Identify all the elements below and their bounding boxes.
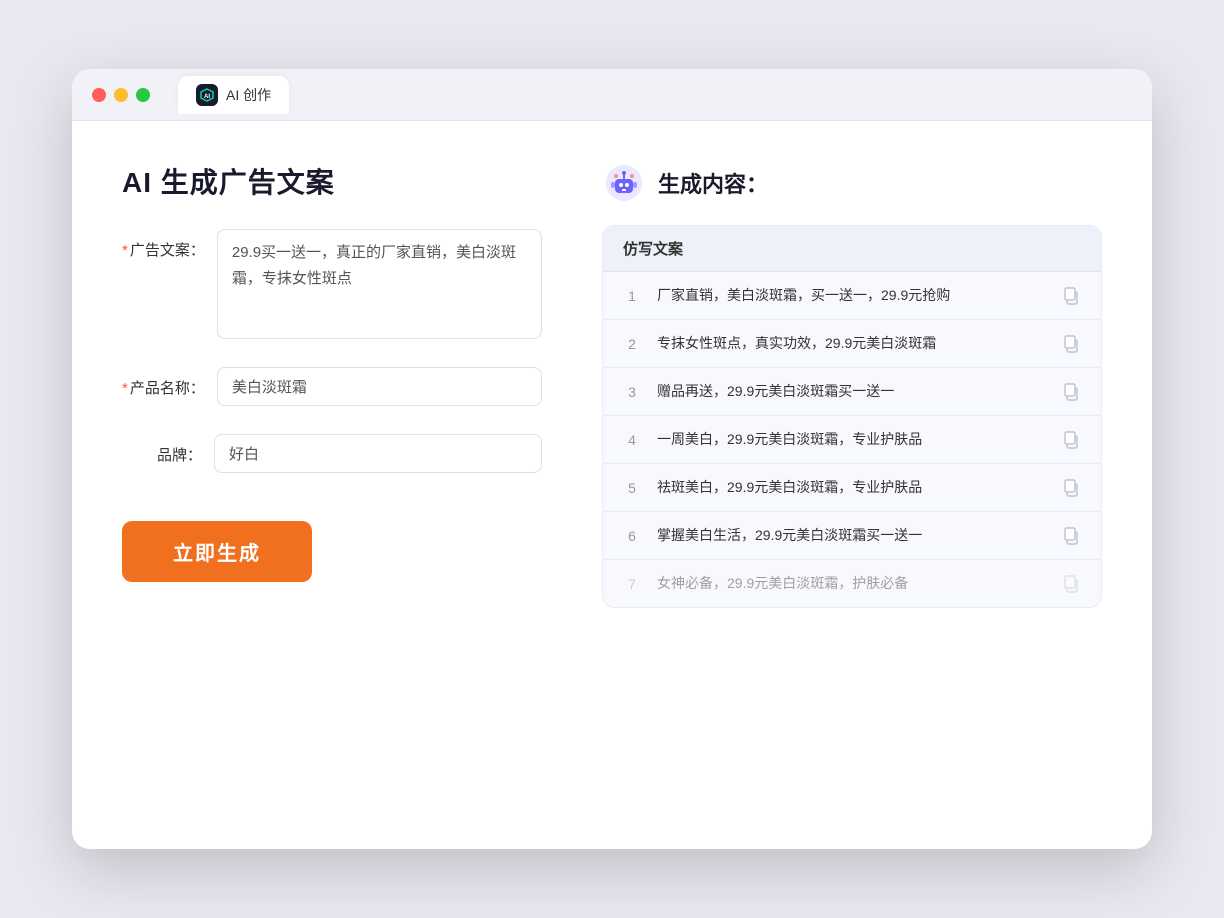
table-row: 3 赠品再送，29.9元美白淡斑霜买一送一	[603, 368, 1101, 416]
row-text: 女神必备，29.9元美白淡斑霜，护肤必备	[657, 573, 1045, 594]
ad-copy-group: *广告文案： 29.9买一送一，真正的厂家直销，美白淡斑霜，专抹女性斑点	[122, 229, 542, 339]
table-row: 7 女神必备，29.9元美白淡斑霜，护肤必备	[603, 560, 1101, 607]
row-text: 祛斑美白，29.9元美白淡斑霜，专业护肤品	[657, 477, 1045, 498]
product-name-label: *产品名称：	[122, 367, 205, 398]
ad-copy-input[interactable]: 29.9买一送一，真正的厂家直销，美白淡斑霜，专抹女性斑点	[217, 229, 542, 339]
right-panel: 生成内容： 仿写文案 1 厂家直销，美白淡斑霜，买一送一，29.9元抢购 2 专抹女性…	[602, 161, 1102, 809]
product-name-input[interactable]	[217, 367, 542, 406]
tab-label: AI 创作	[226, 85, 271, 105]
brand-input[interactable]	[214, 434, 542, 473]
row-number: 5	[623, 480, 641, 496]
copy-button[interactable]	[1061, 526, 1081, 546]
row-number: 4	[623, 432, 641, 448]
copy-button[interactable]	[1061, 334, 1081, 354]
copy-button[interactable]	[1061, 382, 1081, 402]
row-text: 赠品再送，29.9元美白淡斑霜买一送一	[657, 381, 1045, 402]
row-number: 1	[623, 288, 641, 304]
row-number: 7	[623, 576, 641, 592]
result-header: 生成内容：	[602, 161, 1102, 205]
row-text: 厂家直销，美白淡斑霜，买一送一，29.9元抢购	[657, 285, 1045, 306]
ai-tab-icon: AI	[196, 84, 218, 106]
required-star-2: *	[122, 380, 128, 397]
robot-icon	[602, 161, 646, 205]
copy-button[interactable]	[1061, 478, 1081, 498]
left-panel: AI 生成广告文案 *广告文案： 29.9买一送一，真正的厂家直销，美白淡斑霜，…	[122, 161, 542, 809]
brand-label: 品牌：	[122, 434, 202, 465]
brand-group: 品牌：	[122, 434, 542, 473]
result-title: 生成内容：	[658, 167, 768, 199]
table-row: 2 专抹女性斑点，真实功效，29.9元美白淡斑霜	[603, 320, 1101, 368]
maximize-button[interactable]	[136, 88, 150, 102]
results-list: 1 厂家直销，美白淡斑霜，买一送一，29.9元抢购 2 专抹女性斑点，真实功效，29.…	[603, 272, 1101, 607]
table-row: 4 一周美白，29.9元美白淡斑霜，专业护肤品	[603, 416, 1101, 464]
product-name-group: *产品名称：	[122, 367, 542, 406]
row-text: 掌握美白生活，29.9元美白淡斑霜买一送一	[657, 525, 1045, 546]
table-row: 5 祛斑美白，29.9元美白淡斑霜，专业护肤品	[603, 464, 1101, 512]
required-star-1: *	[122, 242, 128, 259]
row-number: 2	[623, 336, 641, 352]
svg-text:AI: AI	[204, 94, 210, 100]
content-area: AI 生成广告文案 *广告文案： 29.9买一送一，真正的厂家直销，美白淡斑霜，…	[72, 121, 1152, 849]
copy-button[interactable]	[1061, 286, 1081, 306]
row-number: 6	[623, 528, 641, 544]
minimize-button[interactable]	[114, 88, 128, 102]
row-number: 3	[623, 384, 641, 400]
table-header: 仿写文案	[603, 226, 1101, 272]
close-button[interactable]	[92, 88, 106, 102]
browser-window: AI AI 创作 AI 生成广告文案 *广告文案： 29.9买一送一，真正的厂家…	[72, 69, 1152, 849]
row-text: 一周美白，29.9元美白淡斑霜，专业护肤品	[657, 429, 1045, 450]
titlebar: AI AI 创作	[72, 69, 1152, 121]
ad-copy-label: *广告文案：	[122, 229, 205, 260]
copy-button[interactable]	[1061, 574, 1081, 594]
traffic-lights	[92, 88, 150, 102]
generate-button[interactable]: 立即生成	[122, 521, 312, 582]
ai-tab[interactable]: AI AI 创作	[178, 76, 289, 114]
copy-button[interactable]	[1061, 430, 1081, 450]
table-row: 6 掌握美白生活，29.9元美白淡斑霜买一送一	[603, 512, 1101, 560]
row-text: 专抹女性斑点，真实功效，29.9元美白淡斑霜	[657, 333, 1045, 354]
page-title: AI 生成广告文案	[122, 161, 542, 201]
result-table: 仿写文案 1 厂家直销，美白淡斑霜，买一送一，29.9元抢购 2 专抹女性斑点，真实功…	[602, 225, 1102, 608]
table-row: 1 厂家直销，美白淡斑霜，买一送一，29.9元抢购	[603, 272, 1101, 320]
